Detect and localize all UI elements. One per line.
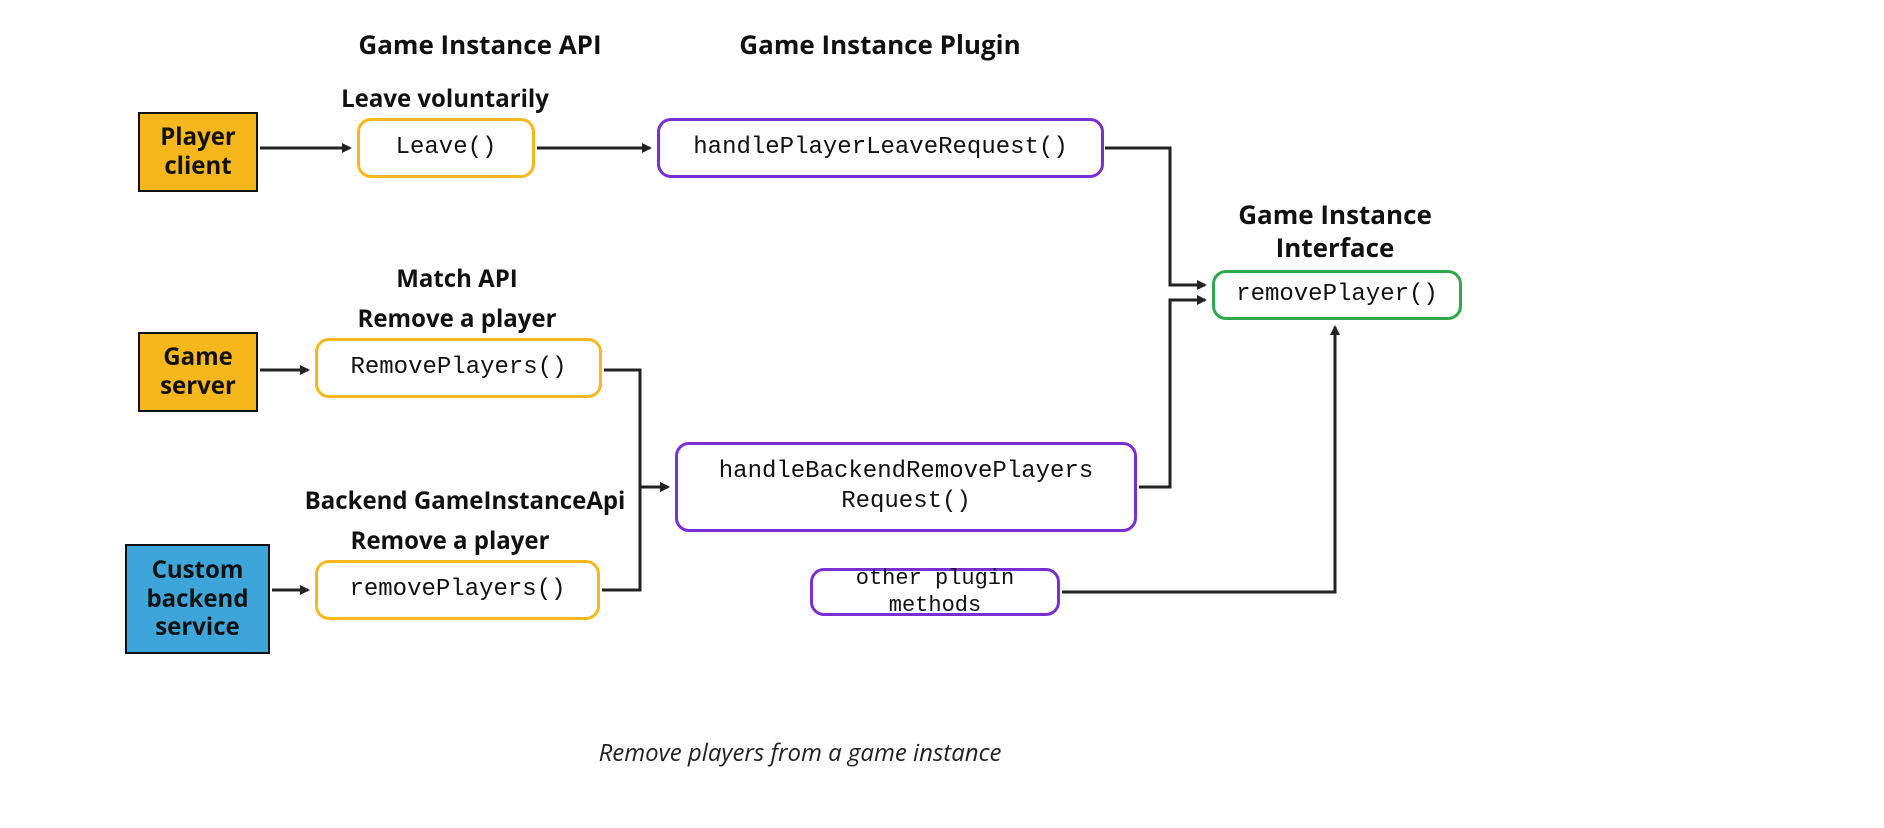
plugin-handle-backend-remove: handleBackendRemovePlayers Request(): [675, 442, 1137, 532]
interface-remove-player: removePlayer(): [1212, 270, 1462, 320]
subheader-backend-api: Backend GameInstanceApi: [305, 484, 626, 517]
col-header-interface: Game Instance Interface: [1238, 198, 1432, 263]
subheader-match-api: Match API: [396, 262, 517, 295]
source-player-client: Player client: [138, 112, 258, 192]
api-leave: Leave(): [357, 118, 535, 178]
plugin-other-methods: other plugin methods: [810, 568, 1060, 616]
plugin-handle-leave: handlePlayerLeaveRequest(): [657, 118, 1104, 178]
source-custom-backend: Custom backend service: [125, 544, 270, 654]
diagram-caption: Remove players from a game instance: [599, 736, 1002, 769]
source-game-server: Game server: [138, 332, 258, 412]
api-remove-players: RemovePlayers(): [315, 338, 602, 398]
diagram-canvas: Game Instance API Game Instance Plugin G…: [0, 0, 1884, 828]
subheader-remove-player-2: Remove a player: [351, 524, 550, 557]
col-header-api: Game Instance API: [358, 26, 601, 62]
api-remove-players-backend: removePlayers(): [315, 560, 600, 620]
col-header-plugin: Game Instance Plugin: [739, 26, 1020, 62]
subheader-remove-player: Remove a player: [358, 302, 557, 335]
subheader-leave: Leave voluntarily: [341, 82, 549, 115]
